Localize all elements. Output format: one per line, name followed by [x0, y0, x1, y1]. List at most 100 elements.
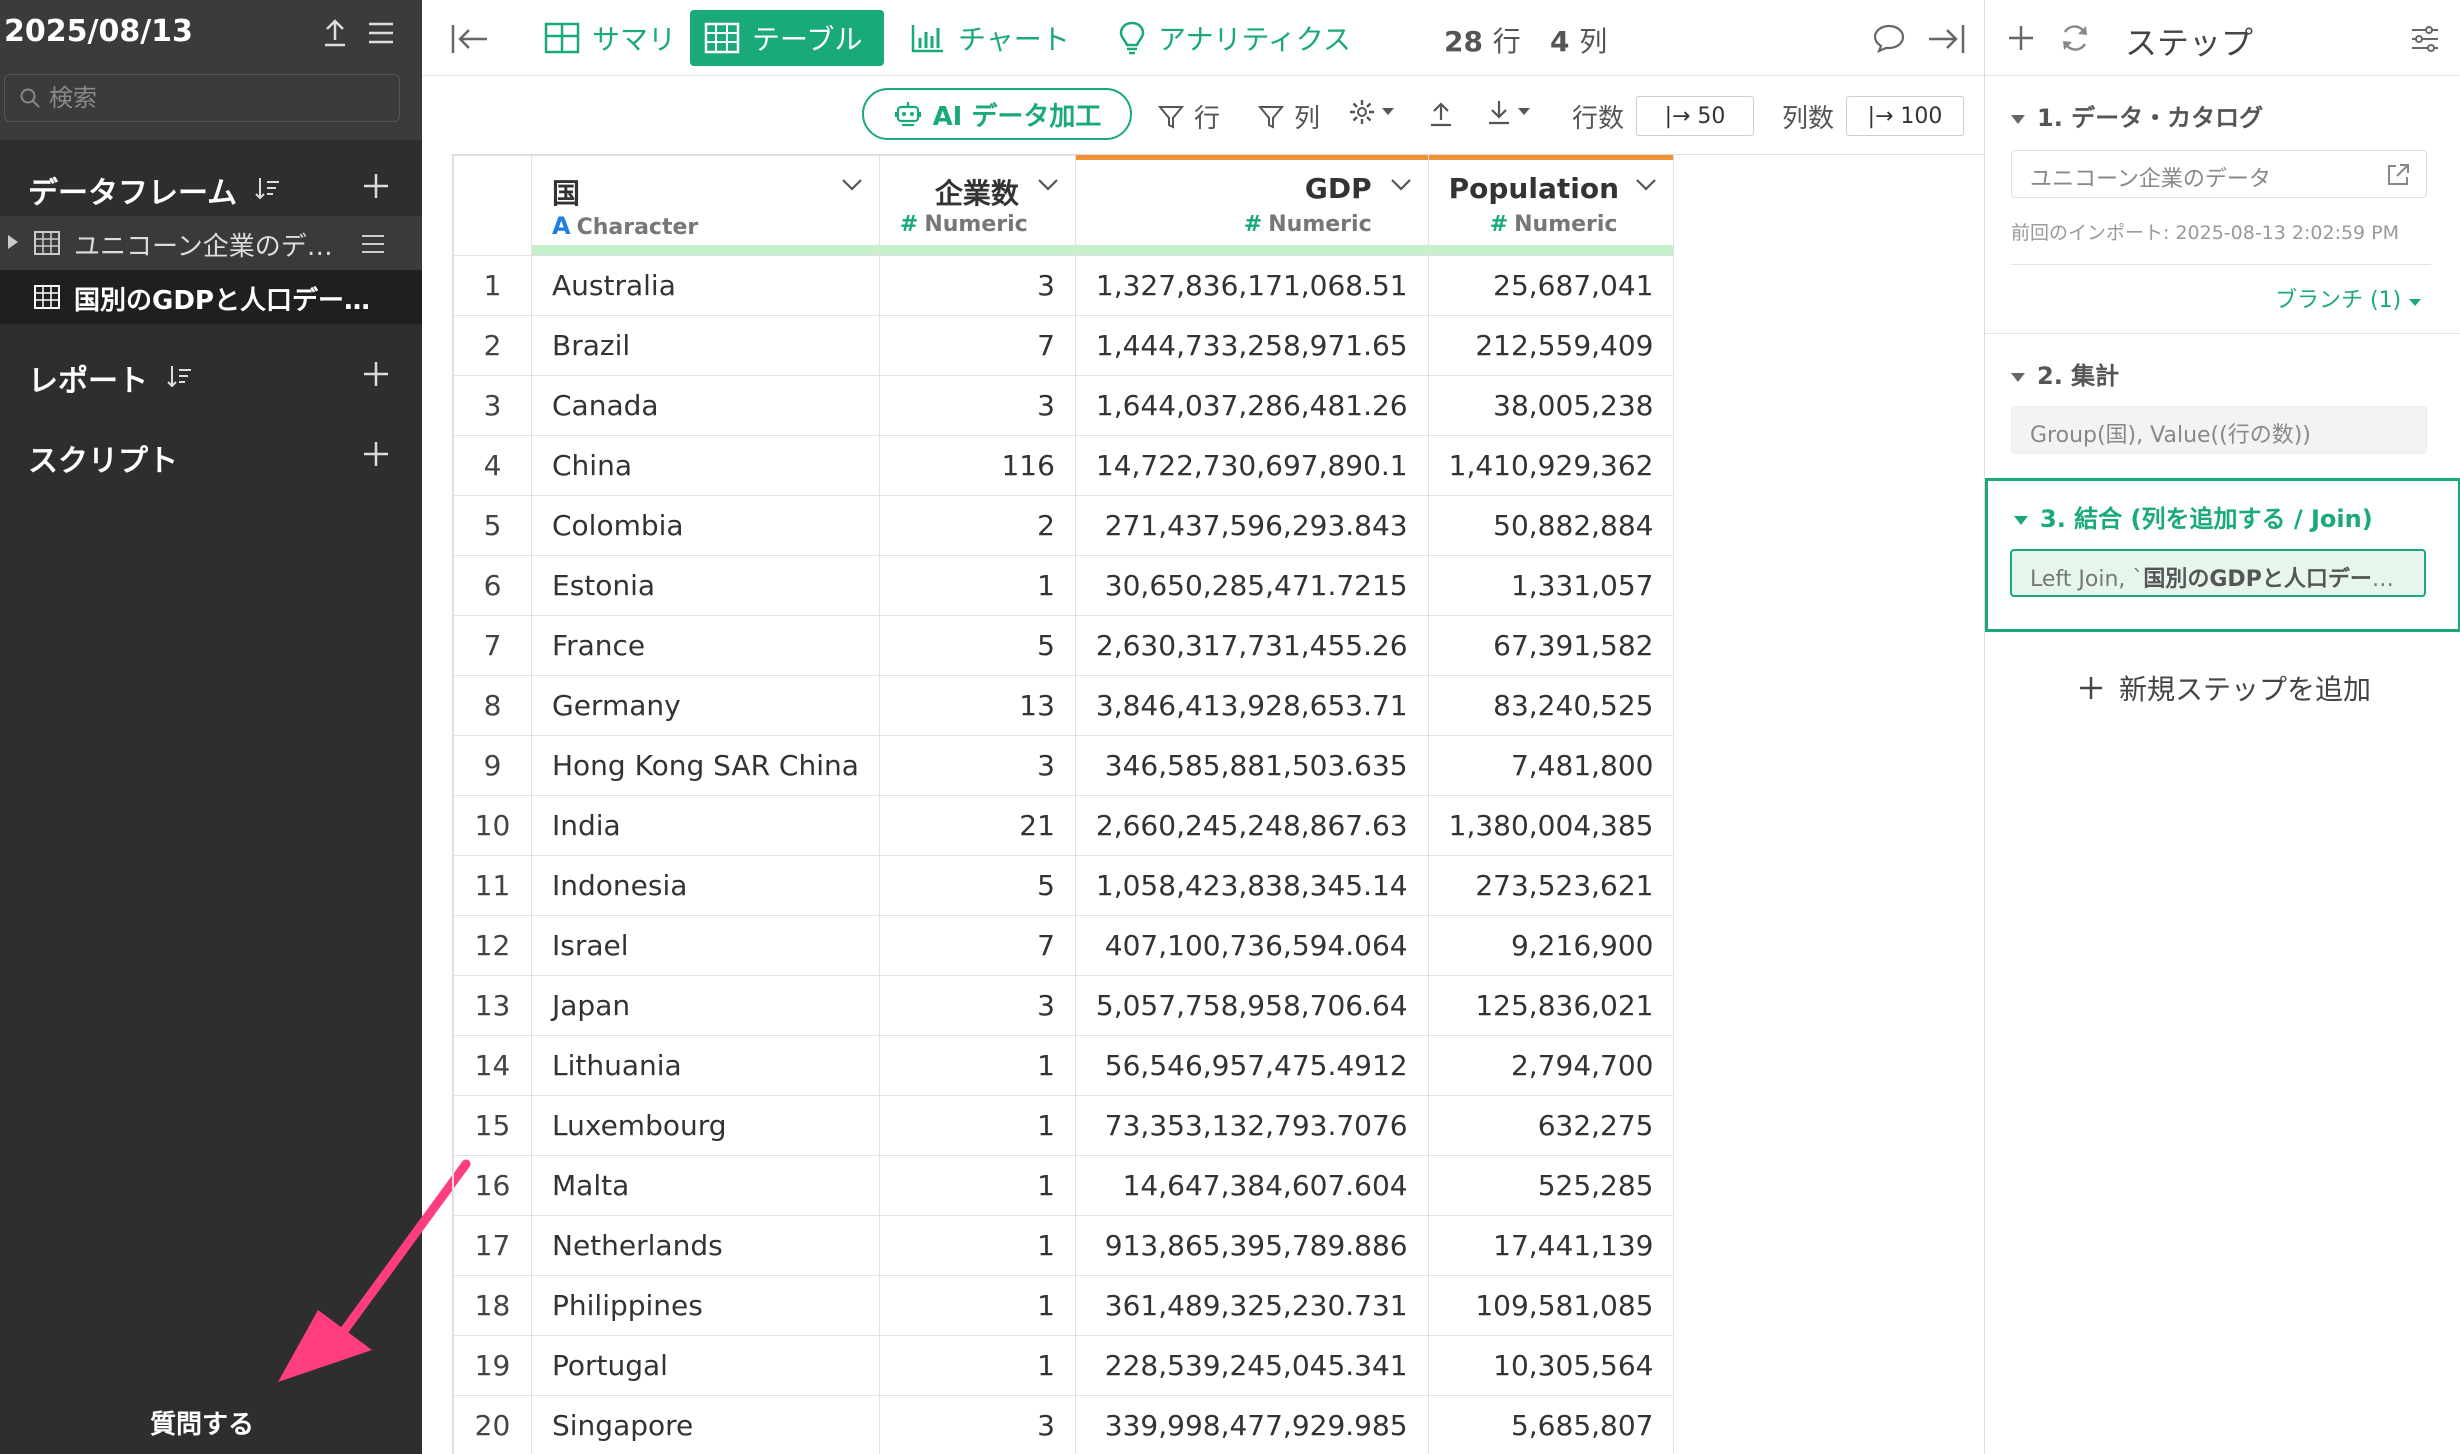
cell-country[interactable]: France	[531, 615, 880, 676]
step-aggregate[interactable]: 2. 集計 Group(国), Value((行の数))	[1985, 334, 2460, 478]
cols-limit-input[interactable]: |→ 100	[1846, 96, 1964, 136]
cell-population[interactable]: 50,882,884	[1427, 495, 1675, 556]
cell-gdp[interactable]: 56,546,957,475.4912	[1074, 1035, 1429, 1096]
hamburger-menu-icon[interactable]	[364, 16, 398, 50]
tab-analytics[interactable]: アナリティクス	[1104, 10, 1365, 66]
dataframe-item-unicorn[interactable]: ユニコーン企業のデータ	[0, 216, 422, 270]
collapse-icon[interactable]	[2011, 372, 2025, 382]
column-header-gdp[interactable]: GDP # Numeric	[1074, 155, 1429, 256]
table-row[interactable]: 2 Brazil 7 1,444,733,258,971.65 212,559,409	[453, 315, 1675, 376]
cell-population[interactable]: 125,836,021	[1427, 975, 1675, 1036]
cell-gdp[interactable]: 913,865,395,789.886	[1074, 1215, 1429, 1276]
cell-companies[interactable]: 5	[878, 615, 1076, 676]
cell-population[interactable]: 67,391,582	[1427, 615, 1675, 676]
cell-gdp[interactable]: 361,489,325,230.731	[1074, 1275, 1429, 1336]
cell-country[interactable]: Israel	[531, 915, 880, 976]
cell-companies[interactable]: 1	[878, 1335, 1076, 1396]
cell-country[interactable]: Hong Kong SAR China	[531, 735, 880, 796]
refresh-icon[interactable]	[2059, 22, 2091, 54]
tab-table[interactable]: テーブル	[690, 10, 884, 66]
table-row[interactable]: 6 Estonia 1 30,650,285,471.7215 1,331,057	[453, 555, 1675, 616]
add-report-icon[interactable]	[360, 358, 392, 390]
tab-summary[interactable]: サマリ	[530, 10, 690, 66]
table-row[interactable]: 19 Portugal 1 228,539,245,045.341 10,305,564	[453, 1335, 1675, 1396]
cell-gdp[interactable]: 14,647,384,607.604	[1074, 1155, 1429, 1216]
cell-companies[interactable]: 3	[878, 375, 1076, 436]
add-step-button[interactable]: 新規ステップを追加	[2077, 668, 2371, 708]
cell-population[interactable]: 632,275	[1427, 1095, 1675, 1156]
cell-companies[interactable]: 1	[878, 1215, 1076, 1276]
step-summary-box[interactable]: Left Join, `国別のGDPと人口データ…	[2010, 549, 2426, 597]
table-row[interactable]: 5 Colombia 2 271,437,596,293.843 50,882,884	[453, 495, 1675, 556]
table-row[interactable]: 1 Australia 3 1,327,836,171,068.51 25,687,04…	[453, 255, 1675, 316]
rows-limit-input[interactable]: |→ 50	[1636, 96, 1754, 136]
table-row[interactable]: 12 Israel 7 407,100,736,594.064 9,216,900	[453, 915, 1675, 976]
step-summary-box[interactable]: Group(国), Value((行の数))	[2011, 406, 2427, 454]
sort-icon[interactable]	[252, 174, 282, 204]
upload-icon[interactable]	[1428, 100, 1454, 128]
table-row[interactable]: 18 Philippines 1 361,489,325,230.731 109,581…	[453, 1275, 1675, 1336]
tab-chart[interactable]: チャート	[896, 10, 1084, 66]
filter-cols-button[interactable]: 列	[1258, 98, 1320, 135]
cell-companies[interactable]: 1	[878, 1095, 1076, 1156]
cell-country[interactable]: India	[531, 795, 880, 856]
cell-companies[interactable]: 7	[878, 915, 1076, 976]
chevron-down-icon[interactable]	[1635, 178, 1657, 192]
sliders-icon[interactable]	[2409, 24, 2441, 54]
cell-companies[interactable]: 13	[878, 675, 1076, 736]
cell-companies[interactable]: 3	[878, 1395, 1076, 1454]
question-button[interactable]: 質問する	[0, 1404, 404, 1441]
search-input[interactable]	[49, 81, 389, 115]
add-dataframe-icon[interactable]	[360, 170, 392, 202]
cell-companies[interactable]: 3	[878, 255, 1076, 316]
table-row[interactable]: 20 Singapore 3 339,998,477,929.985 5,685,807	[453, 1395, 1675, 1454]
cell-population[interactable]: 38,005,238	[1427, 375, 1675, 436]
add-script-icon[interactable]	[360, 438, 392, 470]
cell-population[interactable]: 273,523,621	[1427, 855, 1675, 916]
cell-population[interactable]: 1,380,004,385	[1427, 795, 1675, 856]
upload-icon[interactable]	[318, 16, 352, 50]
step-source-box[interactable]: ユニコーン企業のデータ	[2011, 150, 2427, 198]
cell-companies[interactable]: 116	[878, 435, 1076, 496]
cell-gdp[interactable]: 30,650,285,471.7215	[1074, 555, 1429, 616]
cell-population[interactable]: 25,687,041	[1427, 255, 1675, 316]
cell-country[interactable]: Japan	[531, 975, 880, 1036]
cell-country[interactable]: Brazil	[531, 315, 880, 376]
collapse-left-icon[interactable]	[450, 22, 490, 56]
cell-country[interactable]: Philippines	[531, 1275, 880, 1336]
table-row[interactable]: 10 India 21 2,660,245,248,867.63 1,380,004,3…	[453, 795, 1675, 856]
cell-gdp[interactable]: 1,644,037,286,481.26	[1074, 375, 1429, 436]
expand-icon[interactable]	[8, 235, 18, 249]
cell-country[interactable]: Lithuania	[531, 1035, 880, 1096]
cell-gdp[interactable]: 346,585,881,503.635	[1074, 735, 1429, 796]
table-row[interactable]: 13 Japan 3 5,057,758,958,706.64 125,836,021	[453, 975, 1675, 1036]
chevron-down-icon[interactable]	[1390, 178, 1412, 192]
cell-companies[interactable]: 2	[878, 495, 1076, 556]
cell-population[interactable]: 212,559,409	[1427, 315, 1675, 376]
table-row[interactable]: 11 Indonesia 5 1,058,423,838,345.14 273,523,…	[453, 855, 1675, 916]
collapse-icon[interactable]	[2014, 515, 2028, 525]
cell-companies[interactable]: 3	[878, 735, 1076, 796]
table-row[interactable]: 16 Malta 1 14,647,384,607.604 525,285	[453, 1155, 1675, 1216]
cell-gdp[interactable]: 271,437,596,293.843	[1074, 495, 1429, 556]
cell-country[interactable]: Australia	[531, 255, 880, 316]
cell-gdp[interactable]: 5,057,758,958,706.64	[1074, 975, 1429, 1036]
column-header-country[interactable]: 国 A Character	[531, 155, 880, 256]
collapse-right-icon[interactable]	[1926, 22, 1966, 56]
cell-country[interactable]: Germany	[531, 675, 880, 736]
chevron-down-icon[interactable]	[841, 178, 863, 192]
cell-gdp[interactable]: 339,998,477,929.985	[1074, 1395, 1429, 1454]
table-row[interactable]: 17 Netherlands 1 913,865,395,789.886 17,441,…	[453, 1215, 1675, 1276]
cell-companies[interactable]: 1	[878, 555, 1076, 616]
cell-companies[interactable]: 7	[878, 315, 1076, 376]
table-row[interactable]: 8 Germany 13 3,846,413,928,653.71 83,240,525	[453, 675, 1675, 736]
section-dataframes[interactable]: データフレーム	[0, 156, 422, 216]
cell-population[interactable]: 2,794,700	[1427, 1035, 1675, 1096]
settings-dropdown[interactable]	[1348, 98, 1396, 126]
cell-gdp[interactable]: 228,539,245,045.341	[1074, 1335, 1429, 1396]
table-row[interactable]: 3 Canada 3 1,644,037,286,481.26 38,005,238	[453, 375, 1675, 436]
cell-country[interactable]: Singapore	[531, 1395, 880, 1454]
table-row[interactable]: 14 Lithuania 1 56,546,957,475.4912 2,794,700	[453, 1035, 1675, 1096]
cell-population[interactable]: 109,581,085	[1427, 1275, 1675, 1336]
cell-population[interactable]: 9,216,900	[1427, 915, 1675, 976]
